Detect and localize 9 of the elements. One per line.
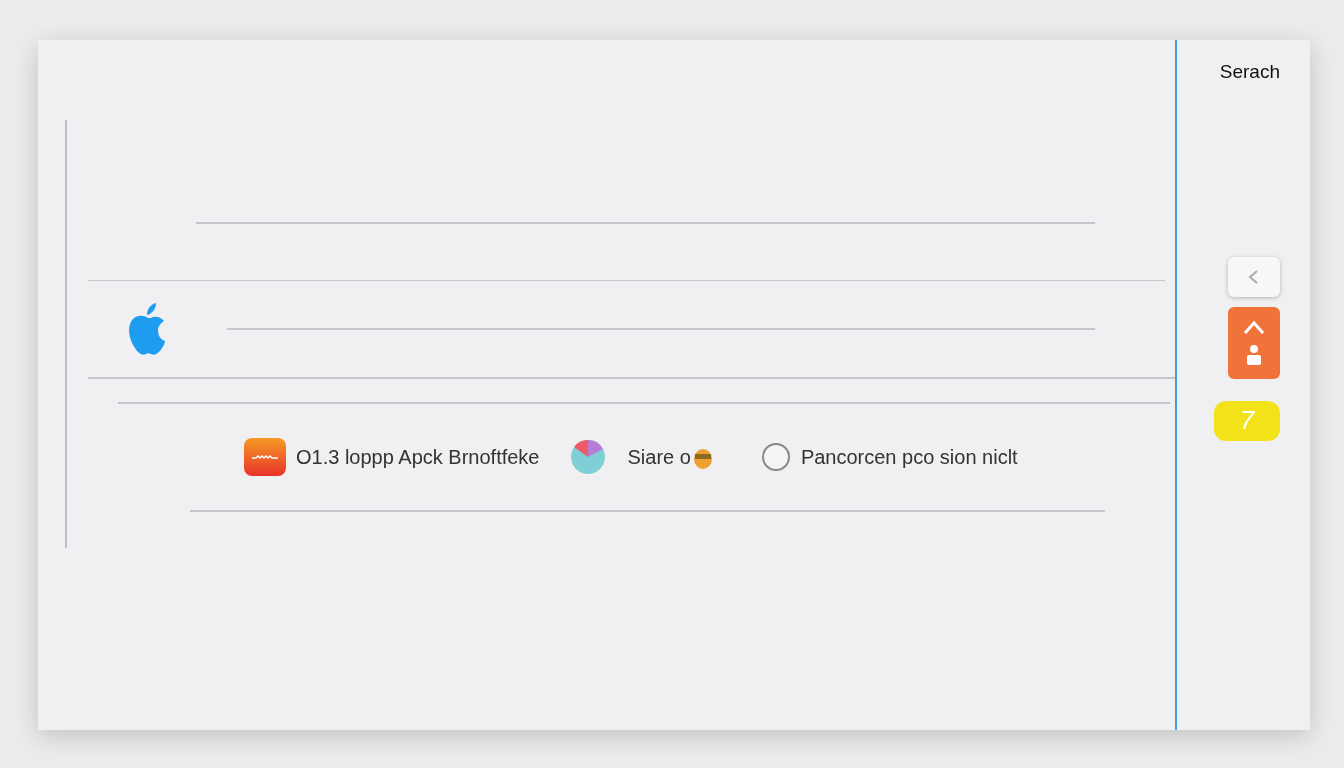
search-label[interactable]: Serach	[1219, 58, 1280, 87]
item-label: Pancorcen pco sion niclt	[800, 445, 1018, 470]
person-icon	[1244, 343, 1264, 368]
item-label: O1.3 loppp Apck Brnoftfeke	[296, 445, 540, 470]
radio-button[interactable]	[760, 442, 791, 472]
app-icon[interactable]	[569, 439, 606, 475]
item-label: Siare o	[627, 445, 691, 470]
app-icon[interactable]	[244, 438, 286, 476]
side-button[interactable]	[1228, 306, 1280, 379]
